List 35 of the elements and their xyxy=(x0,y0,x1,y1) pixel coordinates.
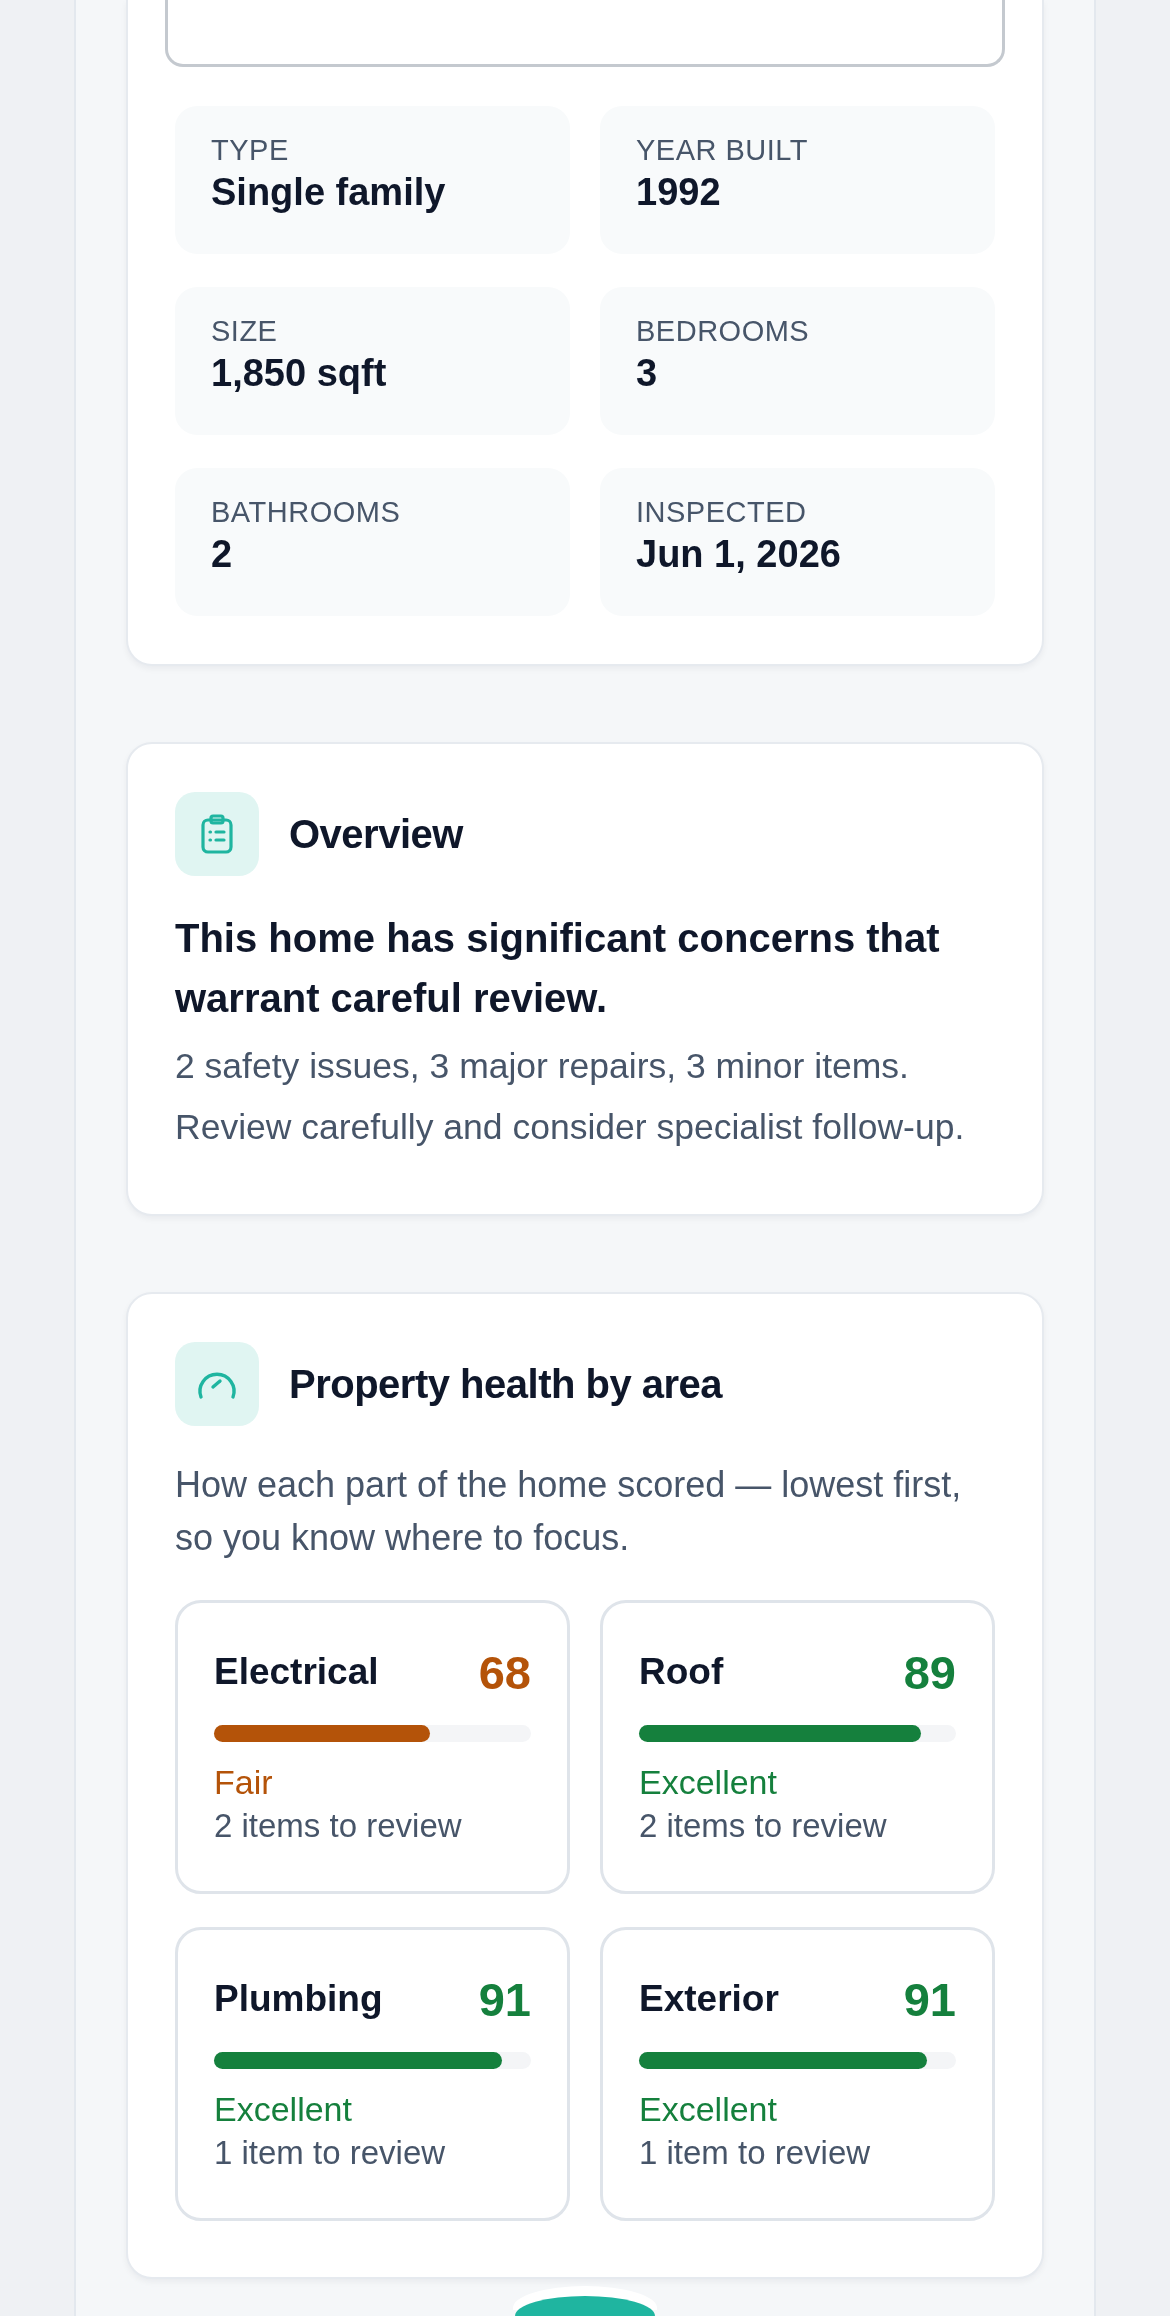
area-rating: Excellent xyxy=(639,2089,778,2130)
fact-label: SIZE xyxy=(211,315,279,348)
area-score: 91 xyxy=(903,1971,956,2027)
fact-label: BATHROOMS xyxy=(211,496,402,529)
area-name: Exterior xyxy=(639,1978,779,2020)
overview-headline: This home has significant concerns that warrant careful review. xyxy=(175,915,941,1022)
fact-value: Jun 1, 2026 xyxy=(636,533,842,576)
area-name: Roof xyxy=(639,1651,724,1693)
area-score: 91 xyxy=(478,1971,531,2027)
area-name: Electrical xyxy=(214,1651,379,1693)
fact-value: 2 xyxy=(211,533,234,576)
gauge-icon xyxy=(175,1342,259,1426)
section-description: How each part of the home scored — lowest first, so you know where to focus. xyxy=(175,1463,963,1560)
review-count: 1 item to review xyxy=(214,2133,447,2173)
fact-value: Single family xyxy=(211,171,447,214)
fact-value: 1,850 sqft xyxy=(211,352,388,395)
area-rating: Excellent xyxy=(639,1762,778,1803)
area-rating: Excellent xyxy=(214,2089,353,2130)
fact-value: 3 xyxy=(636,352,659,395)
fact-label: YEAR BUILT xyxy=(636,134,810,167)
section-title: Overview xyxy=(289,811,463,857)
area-name: Plumbing xyxy=(214,1978,383,2020)
review-count: 2 items to review xyxy=(639,1806,888,1846)
area-score: 68 xyxy=(478,1644,531,1700)
area-score: 89 xyxy=(903,1644,956,1700)
area-rating: Fair xyxy=(214,1762,274,1803)
fact-label: INSPECTED xyxy=(636,496,808,529)
review-count: 2 items to review xyxy=(214,1806,463,1846)
fact-label: TYPE xyxy=(211,134,290,167)
fact-label: BEDROOMS xyxy=(636,315,811,348)
review-count: 1 item to review xyxy=(639,2133,872,2173)
overview-text: 2 safety issues, 3 major repairs, 3 minor items. Review carefully and consider specialist follow-up. xyxy=(175,1045,966,1149)
clipboard-icon xyxy=(175,792,259,876)
section-title: Property health by area xyxy=(289,1361,723,1407)
fact-value: 1992 xyxy=(636,171,722,214)
